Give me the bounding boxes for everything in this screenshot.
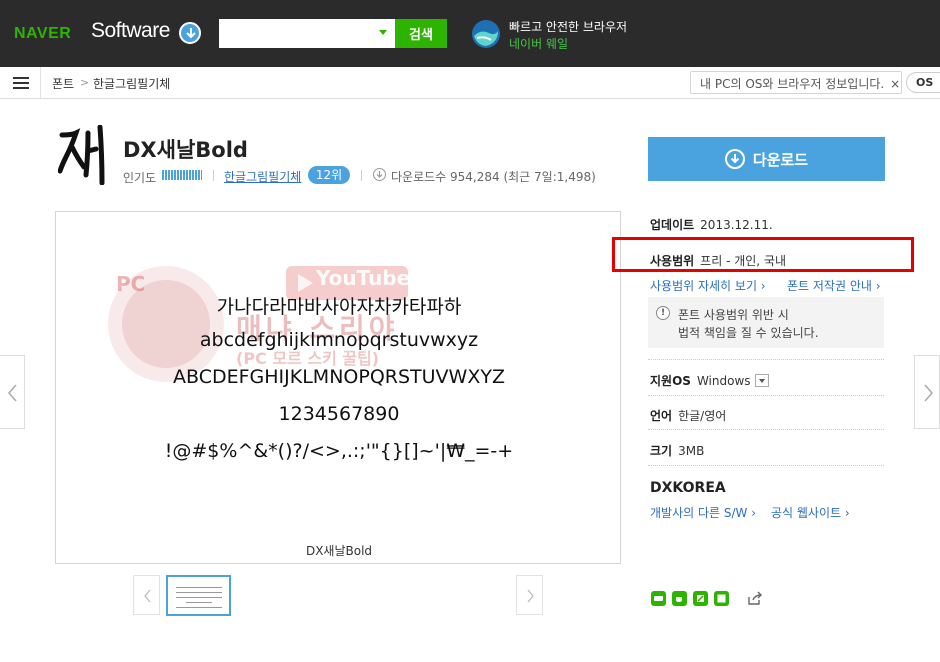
thumb-line <box>176 592 222 593</box>
sample-uppercase: ABCDEFGHIJKLMNOPQRSTUVWXYZ <box>173 366 505 388</box>
next-font-button[interactable] <box>914 355 940 429</box>
whale-promo-line2[interactable]: 네이버 웨일 <box>509 35 568 52</box>
sample-hangul: 가나다라마바사아자차카타파하 <box>216 296 462 318</box>
sample-digits: 1234567890 <box>278 403 400 425</box>
os-dropdown-icon[interactable] <box>754 374 769 387</box>
other-software-link[interactable]: 개발사의 다른 S/W › <box>650 504 756 521</box>
size-label: 크기 <box>650 444 673 458</box>
os-row: 지원OS Windows <box>650 372 769 389</box>
chevron-left-icon <box>8 384 17 402</box>
menu-icon-line <box>13 87 29 89</box>
divider <box>648 465 884 466</box>
divider <box>648 359 884 360</box>
os-value: Windows <box>696 374 751 388</box>
divider <box>648 395 884 396</box>
developer-name: DXKOREA <box>650 480 726 496</box>
thumb-prev-button[interactable] <box>133 575 160 615</box>
thumb-next-button[interactable] <box>516 575 543 615</box>
download-logo-icon <box>179 22 201 44</box>
download-count: 다운로드수 954,284 (최근 7일:1,498) <box>391 170 596 184</box>
blog-share-icon[interactable] <box>651 591 666 606</box>
update-value: 2013.12.11. <box>700 218 773 232</box>
divider <box>648 429 884 430</box>
breadcrumb-fonts[interactable]: 폰트 <box>52 75 74 92</box>
update-row: 업데이트 2013.12.11. <box>650 216 773 233</box>
popularity-label: 인기도 <box>123 171 157 185</box>
search-dropdown-icon[interactable] <box>379 30 387 35</box>
os-info-box[interactable]: 내 PC의 OS와 브라우저 정보입니다. × <box>690 71 902 94</box>
menu-icon-line <box>13 82 29 84</box>
prev-font-button[interactable] <box>0 355 25 429</box>
divider <box>213 170 214 181</box>
breadcrumb-category[interactable]: 한글그림필기체 <box>93 75 170 92</box>
search-input[interactable] <box>219 19 375 48</box>
thumb-line <box>176 607 222 608</box>
download-count-icon <box>373 168 386 181</box>
divider <box>361 170 362 181</box>
top-header: NAVER Software 검색 빠르고 안전한 브라우저 네이버 웨일 <box>0 0 940 67</box>
category-link[interactable]: 한글그림필기체 <box>224 168 301 185</box>
scope-detail-link[interactable]: 사용범위 자세히 보기 › <box>650 277 766 294</box>
download-icon <box>724 149 745 169</box>
size-value: 3MB <box>678 444 705 458</box>
rank-badge: 12위 <box>308 166 350 184</box>
thumb-line <box>176 597 222 598</box>
sample-lowercase: abcdefghijklmnopqrstuvwxyz <box>199 329 479 351</box>
whale-icon[interactable] <box>471 19 501 49</box>
preview-caption: DX새날Bold <box>305 544 373 558</box>
highlight-box <box>612 237 914 272</box>
chevron-right-icon <box>924 384 933 402</box>
size-row: 크기 3MB <box>650 442 704 459</box>
warning-box: ! 폰트 사용범위 위반 시 법적 책임을 질 수 있습니다. <box>648 297 884 348</box>
search-button[interactable]: 검색 <box>395 19 447 48</box>
font-preview: PC YouTube 매냐 스리야 (PC 모르 스키 꿀팁) 가나다라마바사아… <box>55 211 621 564</box>
chevron-right-icon: > <box>80 76 90 89</box>
update-label: 업데이트 <box>650 218 695 232</box>
preview-thumbnail[interactable] <box>166 575 231 616</box>
menu-icon <box>13 77 29 79</box>
chevron-right-icon <box>527 589 534 603</box>
font-glyph-logo <box>58 125 105 185</box>
os-info-text: 내 PC의 OS와 브라우저 정보입니다. <box>700 77 885 91</box>
chevron-left-icon <box>144 589 151 603</box>
share-icon[interactable] <box>747 591 762 606</box>
copyright-link[interactable]: 폰트 저작권 안내 › <box>787 277 881 294</box>
menu-button[interactable] <box>0 67 41 98</box>
naver-logo[interactable]: NAVER <box>14 25 71 43</box>
watermark-youtube: YouTube <box>316 266 411 290</box>
lang-label: 언어 <box>650 409 673 423</box>
font-title: DX새날Bold <box>123 138 248 162</box>
os-button[interactable]: OS <box>906 72 940 93</box>
band-share-icon[interactable] <box>693 591 708 606</box>
whale-promo-line1[interactable]: 빠르고 안전한 브라우저 <box>509 18 627 35</box>
thumb-line <box>176 587 222 588</box>
warning-line1: 폰트 사용범위 위반 시 <box>678 308 789 322</box>
exclamation-icon: ! <box>656 306 670 320</box>
official-website-link[interactable]: 공식 웹사이트 › <box>771 504 850 521</box>
popularity-bar <box>162 170 202 180</box>
memo-share-icon[interactable] <box>714 591 729 606</box>
warning-line2: 법적 책임을 질 수 있습니다. <box>678 326 819 340</box>
thumb-line <box>186 602 212 603</box>
os-label: 지원OS <box>650 374 691 388</box>
close-icon[interactable]: × <box>890 77 900 91</box>
lang-value: 한글/영어 <box>678 409 727 423</box>
cafe-share-icon[interactable] <box>672 591 687 606</box>
download-label: 다운로드 <box>752 150 809 169</box>
lang-row: 언어 한글/영어 <box>650 407 726 424</box>
search-box <box>219 19 395 48</box>
sample-symbols: !@#$%^&*()?/<>,.:;'"{}[]~'|₩_=-+ <box>164 440 514 462</box>
software-logo[interactable]: Software <box>91 19 170 43</box>
breadcrumb-bar: 폰트 > 한글그림필기체 내 PC의 OS와 브라우저 정보입니다. × OS <box>0 67 940 99</box>
download-button[interactable]: 다운로드 <box>648 137 885 181</box>
